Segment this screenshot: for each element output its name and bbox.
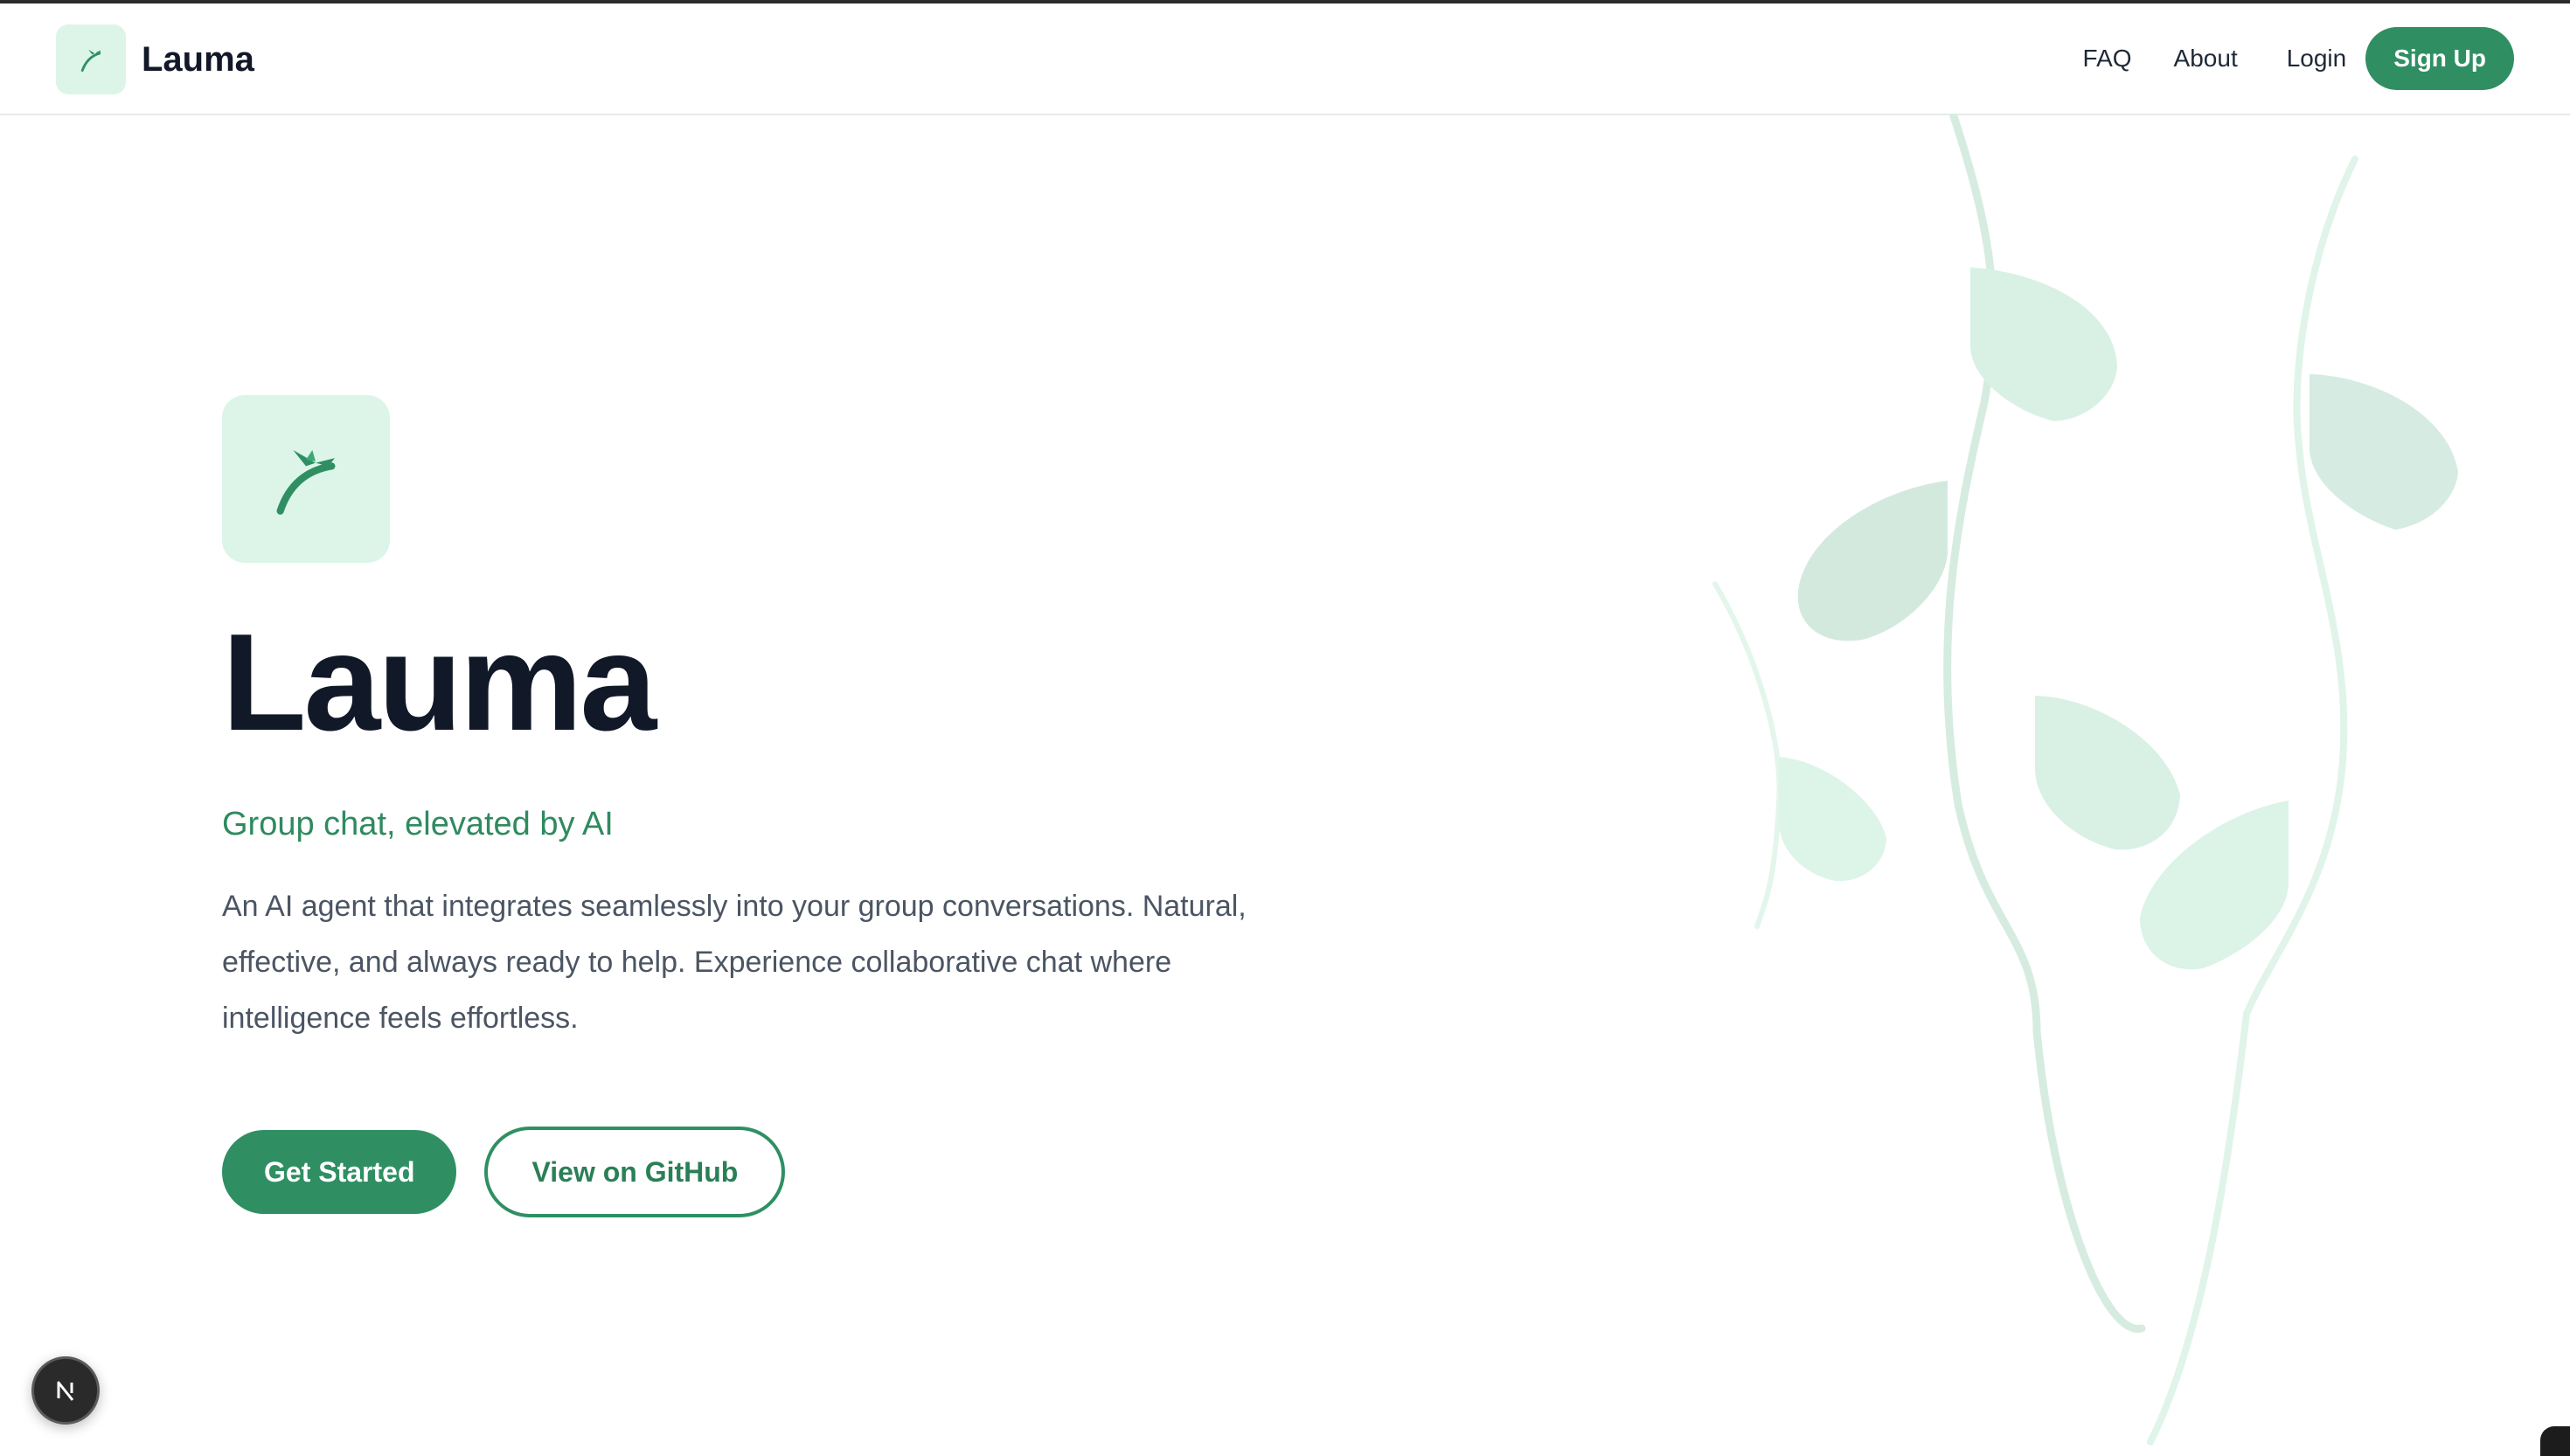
page: Lauma FAQ About Login Sign Up Lauma Grou… xyxy=(0,0,2570,1456)
brand-name: Lauma xyxy=(142,39,254,79)
hero-tagline: Group chat, elevated by AI xyxy=(222,806,614,842)
bird-branch-icon xyxy=(56,24,126,94)
view-on-github-button[interactable]: View on GitHub xyxy=(484,1127,786,1217)
hero-actions: Get Started View on GitHub xyxy=(222,1127,1358,1217)
hero-description: An AI agent that integrates seamlessly i… xyxy=(222,890,1247,1035)
signup-button[interactable]: Sign Up xyxy=(2365,27,2514,90)
hero-title: Lauma xyxy=(222,606,656,759)
nav-about-link[interactable]: About xyxy=(2174,45,2238,73)
bird-branch-icon xyxy=(222,395,390,563)
nav-links: FAQ About Login Sign Up xyxy=(2083,26,2514,91)
get-started-button[interactable]: Get Started xyxy=(222,1130,457,1214)
nextjs-dev-badge[interactable] xyxy=(31,1356,100,1425)
hero-section: Lauma Group chat, elevated by AI An AI a… xyxy=(222,395,1358,1217)
brand-link[interactable]: Lauma xyxy=(56,24,254,94)
nextjs-icon xyxy=(57,1381,74,1401)
corner-widget[interactable] xyxy=(2540,1426,2570,1456)
nav-login-link[interactable]: Login xyxy=(2287,45,2347,73)
leaf-vine-decoration xyxy=(1712,114,2458,1446)
nav-faq-link[interactable]: FAQ xyxy=(2083,45,2132,73)
navbar: Lauma FAQ About Login Sign Up xyxy=(0,3,2570,115)
